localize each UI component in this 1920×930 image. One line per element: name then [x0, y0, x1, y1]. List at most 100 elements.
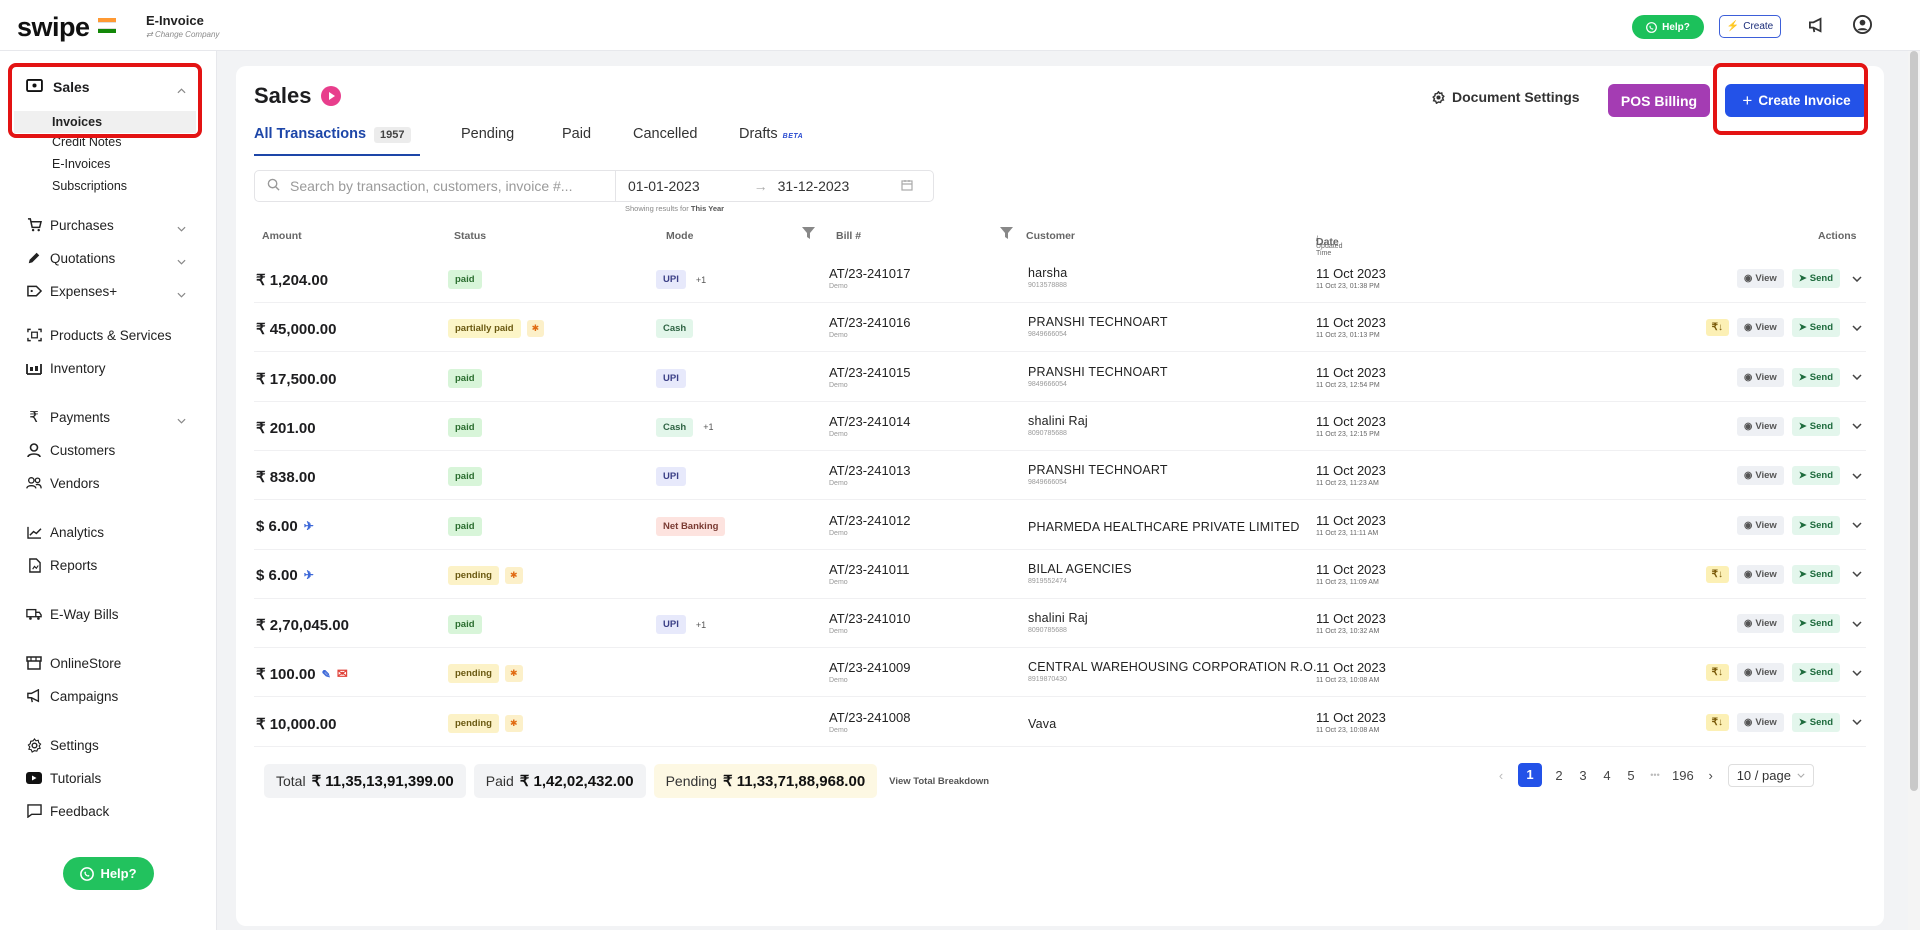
row-more-chevron-icon[interactable]	[1848, 473, 1866, 479]
star-icon[interactable]: ✱	[504, 714, 523, 732]
table-row[interactable]: $ 6.00 ✈ pending ✱ AT/23-241011 Demo BILAL AGE…	[254, 552, 1866, 599]
tab-paid[interactable]: Paid	[562, 126, 591, 142]
row-more-chevron-icon[interactable]	[1848, 325, 1866, 331]
view-button[interactable]: ◉ View	[1737, 466, 1784, 486]
send-button[interactable]: ➤ Send	[1791, 663, 1840, 683]
view-button[interactable]: ◉ View	[1737, 614, 1784, 634]
send-button[interactable]: ➤ Send	[1791, 515, 1840, 535]
tab-cancelled[interactable]: Cancelled	[633, 126, 698, 142]
sidebar-item-e-way-bills[interactable]: E-Way Bills	[26, 603, 196, 625]
sidebar-item-inventory[interactable]: Inventory	[26, 357, 196, 379]
extra-modes-count[interactable]: +1	[703, 422, 713, 432]
sidebar-item-purchases[interactable]: Purchases	[26, 214, 196, 236]
customer-name[interactable]: PRANSHI TECHNOART	[1028, 365, 1168, 379]
page-4[interactable]: 4	[1600, 768, 1614, 783]
header-customer[interactable]: Customer	[1026, 230, 1075, 242]
view-button[interactable]: ◉ View	[1737, 367, 1784, 387]
extra-modes-count[interactable]: +1	[696, 275, 706, 285]
page-2[interactable]: 2	[1552, 768, 1566, 783]
sidebar-item-vendors[interactable]: Vendors	[26, 472, 196, 494]
row-more-chevron-icon[interactable]	[1848, 670, 1866, 676]
star-icon[interactable]: ✱	[504, 665, 523, 683]
send-button[interactable]: ➤ Send	[1791, 416, 1840, 436]
record-payment-button[interactable]: ₹↓	[1705, 664, 1730, 682]
view-button[interactable]: ◉ View	[1737, 712, 1784, 732]
send-button[interactable]: ➤ Send	[1791, 712, 1840, 732]
table-row[interactable]: ₹ 100.00 ✎ ✉ pending ✱ AT/23-241009 Demo CENTRA…	[254, 650, 1866, 698]
row-more-chevron-icon[interactable]	[1848, 571, 1866, 578]
record-payment-button[interactable]: ₹↓	[1705, 713, 1730, 731]
date-to[interactable]: 31-12-2023	[778, 178, 850, 194]
bill-number[interactable]: AT/23-241014	[829, 414, 910, 429]
header-amount[interactable]: Amount	[262, 230, 302, 242]
page-last[interactable]: 196	[1672, 768, 1694, 783]
sidebar-item-tutorials[interactable]: Tutorials	[26, 767, 196, 789]
header-bill[interactable]: Bill #	[836, 230, 861, 242]
sidebar-item-payments[interactable]: ₹ Payments	[26, 406, 196, 428]
bill-number[interactable]: AT/23-241011	[829, 562, 909, 577]
page-3[interactable]: 3	[1576, 768, 1590, 783]
mode-filter-icon[interactable]	[802, 227, 815, 242]
row-more-chevron-icon[interactable]	[1848, 719, 1866, 726]
view-button[interactable]: ◉ View	[1737, 318, 1784, 338]
table-row[interactable]: ₹ 201.00 paid Cash +1 AT/23-241014 Demo shalin…	[254, 404, 1866, 451]
customer-name[interactable]: PRANSHI TECHNOART	[1028, 463, 1168, 477]
customer-name[interactable]: PRANSHI TECHNOART	[1028, 315, 1168, 329]
sidebar-help-button[interactable]: Help?	[63, 857, 154, 890]
header-mode[interactable]: Mode	[666, 230, 693, 242]
view-button[interactable]: ◉ View	[1737, 515, 1784, 535]
sidebar-item-settings[interactable]: Settings	[26, 734, 196, 756]
company-switcher[interactable]: E-Invoice ⇄ Change Company	[146, 13, 219, 39]
customer-name[interactable]: harsha	[1028, 266, 1067, 280]
bill-number[interactable]: AT/23-241010	[829, 611, 910, 626]
sidebar-item-expenses[interactable]: Expenses+	[26, 280, 196, 302]
table-row[interactable]: ₹ 1,204.00 paid UPI +1 AT/23-241017 Demo harsh…	[254, 256, 1866, 303]
date-from[interactable]: 01-01-2023	[628, 178, 700, 194]
view-total-breakdown-link[interactable]: View Total Breakdown	[889, 764, 989, 798]
sidebar-item-campaigns[interactable]: Campaigns	[26, 685, 196, 707]
sidebar-item-quotations[interactable]: Quotations	[26, 247, 196, 269]
record-payment-button[interactable]: ₹↓	[1705, 319, 1730, 337]
table-row[interactable]: ₹ 45,000.00 partially paid ✱ Cash AT/23-2410…	[254, 305, 1866, 353]
app-logo[interactable]: swipe	[17, 12, 90, 43]
date-range-picker[interactable]: 01-01-2023 → 31-12-2023	[615, 170, 934, 202]
page-5[interactable]: 5	[1624, 768, 1638, 783]
sidebar-item-customers[interactable]: Customers	[26, 439, 196, 461]
sidebar-item-analytics[interactable]: Analytics	[26, 521, 196, 543]
sidebar-item-reports[interactable]: Reports	[26, 554, 196, 576]
table-row[interactable]: ₹ 838.00 paid UPI AT/23-241013 Demo PRANSHI T…	[254, 453, 1866, 501]
prev-page-icon[interactable]: ‹	[1494, 768, 1508, 783]
sidebar-item-onlinestore[interactable]: OnlineStore	[26, 652, 196, 674]
page-size-select[interactable]: 10 / page	[1727, 763, 1814, 787]
customer-name[interactable]: BILAL AGENCIES	[1028, 562, 1132, 576]
pos-billing-button[interactable]: POS Billing	[1608, 84, 1710, 117]
more-pages-ellipsis[interactable]: •••	[1648, 770, 1662, 780]
bill-number[interactable]: AT/23-241009	[829, 660, 910, 675]
change-company-link[interactable]: ⇄ Change Company	[146, 30, 219, 39]
row-more-chevron-icon[interactable]	[1848, 374, 1866, 381]
scrollbar-thumb[interactable]	[1910, 51, 1918, 791]
search-box[interactable]: Search by transaction, customers, invoic…	[254, 170, 616, 202]
sidebar-item-feedback[interactable]: Feedback	[26, 800, 196, 822]
user-account-icon[interactable]	[1853, 15, 1872, 39]
view-button[interactable]: ◉ View	[1737, 564, 1784, 584]
customer-name[interactable]: Vava	[1028, 717, 1056, 731]
bill-number[interactable]: AT/23-241016	[829, 315, 910, 330]
extra-modes-count[interactable]: +1	[696, 620, 706, 630]
search-input[interactable]: Search by transaction, customers, invoic…	[290, 178, 572, 194]
bill-number[interactable]: AT/23-241012	[829, 513, 910, 528]
customer-name[interactable]: shalini Raj	[1028, 414, 1088, 428]
bill-number[interactable]: AT/23-241017	[829, 266, 910, 281]
header-status[interactable]: Status	[454, 230, 486, 242]
bill-number[interactable]: AT/23-241008	[829, 710, 910, 725]
help-whatsapp-button[interactable]: Help?	[1632, 15, 1704, 39]
send-button[interactable]: ➤ Send	[1791, 614, 1840, 634]
send-button[interactable]: ➤ Send	[1791, 367, 1840, 387]
tab-all-transactions[interactable]: All Transactions 1957	[254, 126, 411, 143]
row-more-chevron-icon[interactable]	[1848, 621, 1866, 627]
page-1[interactable]: 1	[1518, 763, 1542, 787]
create-quick-button[interactable]: ⚡ Create	[1719, 15, 1781, 38]
send-button[interactable]: ➤ Send	[1791, 466, 1840, 486]
play-video-icon[interactable]	[321, 86, 341, 106]
send-button[interactable]: ➤ Send	[1791, 564, 1840, 584]
